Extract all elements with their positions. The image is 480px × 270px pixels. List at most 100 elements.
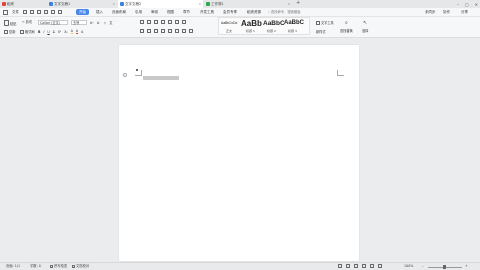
italic-button[interactable]: I bbox=[43, 30, 44, 34]
close-tab-icon[interactable]: × bbox=[198, 2, 201, 6]
new-style-button[interactable]: 新样式 bbox=[316, 29, 326, 34]
shrink-font-icon[interactable]: A⁻ bbox=[97, 21, 101, 25]
cut-button[interactable]: ✂ 剪切 bbox=[22, 19, 32, 25]
menu-insert[interactable]: 插入 bbox=[95, 9, 104, 15]
superscript-icon[interactable]: X² bbox=[58, 30, 61, 34]
menu-member[interactable]: 会员专享 bbox=[222, 9, 238, 15]
justify-icon[interactable] bbox=[161, 29, 165, 33]
show-marks-icon[interactable] bbox=[182, 20, 186, 24]
text-tools-button[interactable]: 文字工具 bbox=[316, 20, 334, 25]
char-border-icon[interactable]: A bbox=[81, 30, 83, 34]
command-search[interactable]: ⌕ 查找命令、搜索模板 bbox=[268, 9, 301, 15]
open-icon[interactable] bbox=[30, 10, 34, 14]
paste-button[interactable]: 粘贴 bbox=[4, 20, 16, 26]
redo-icon[interactable] bbox=[58, 10, 62, 14]
font-size-select[interactable]: 五号 bbox=[71, 20, 87, 25]
tab-doc1[interactable]: 文字文稿1 × bbox=[47, 0, 117, 8]
highlight-icon[interactable]: A bbox=[70, 29, 73, 34]
checkbox-icon bbox=[50, 265, 53, 268]
menu-file[interactable]: 文件 bbox=[11, 9, 20, 15]
align-left-icon[interactable] bbox=[140, 29, 144, 33]
align-right-icon[interactable] bbox=[154, 29, 158, 33]
decrease-indent-icon[interactable] bbox=[154, 20, 158, 24]
style-h1-preview[interactable]: AaBb bbox=[241, 19, 262, 28]
zoom-value[interactable]: 100% bbox=[404, 264, 413, 269]
zoom-in-icon[interactable]: + bbox=[465, 264, 468, 269]
tab-daoke[interactable]: 稻壳 bbox=[0, 0, 46, 8]
grow-font-icon[interactable]: A⁺ bbox=[90, 21, 94, 25]
view-page-icon[interactable] bbox=[338, 264, 342, 268]
menu-chapter[interactable]: 章节 bbox=[182, 9, 191, 15]
tab-label: 稻壳 bbox=[7, 1, 14, 6]
menu-start[interactable]: 开始 bbox=[76, 9, 89, 15]
font-name-select[interactable]: Calibri (正文) bbox=[38, 20, 68, 25]
doc-check-button[interactable]: 文档校对 bbox=[72, 264, 89, 269]
word-count[interactable]: 字数: 0 bbox=[30, 264, 41, 269]
ribbon: 粘贴 ✂ 剪切 复制 格式刷 Calibri (正文) 五号 A⁺ A⁻ ◇ 文… bbox=[0, 17, 480, 38]
numbered-list-icon[interactable] bbox=[147, 20, 151, 24]
menu-references[interactable]: 引用 bbox=[134, 9, 143, 15]
preview-icon[interactable] bbox=[44, 10, 48, 14]
plus-icon[interactable]: + bbox=[296, 0, 300, 7]
collab-button[interactable]: 协作 bbox=[442, 9, 451, 15]
tab-doc2[interactable]: 文字文稿2 × bbox=[118, 0, 203, 8]
bold-button[interactable]: B bbox=[38, 30, 40, 34]
style-normal-preview[interactable]: AaBbCcDd bbox=[221, 21, 237, 25]
format-painter-button[interactable]: 格式刷 bbox=[20, 29, 35, 34]
copy-label: 复制 bbox=[9, 30, 16, 34]
close-icon[interactable]: ✕ bbox=[475, 2, 478, 7]
style-normal-label: 正文 bbox=[226, 29, 233, 33]
zoom-out-icon[interactable]: – bbox=[422, 264, 424, 269]
document-page[interactable] bbox=[119, 45, 359, 261]
close-tab-icon[interactable]: × bbox=[112, 2, 115, 6]
menu-view[interactable]: 视图 bbox=[166, 9, 175, 15]
menu-review[interactable]: 审阅 bbox=[150, 9, 159, 15]
subscript-icon[interactable]: X₂ bbox=[64, 30, 67, 34]
undo-icon[interactable] bbox=[51, 10, 55, 14]
style-h2-preview[interactable]: AaBbC bbox=[263, 20, 285, 27]
spell-check-toggle[interactable]: 拼写检查 bbox=[50, 264, 67, 269]
view-eye-icon[interactable] bbox=[378, 264, 382, 268]
increase-indent-icon[interactable] bbox=[161, 20, 165, 24]
zoom-slider-thumb[interactable] bbox=[443, 265, 446, 269]
menu-icon[interactable] bbox=[3, 9, 8, 15]
select-button[interactable]: ↖ 选择 bbox=[362, 20, 368, 33]
zoom-slider[interactable] bbox=[428, 265, 462, 269]
view-outline-icon[interactable] bbox=[354, 264, 358, 268]
align-center-icon[interactable] bbox=[147, 29, 151, 33]
view-read-icon[interactable] bbox=[346, 264, 350, 268]
font-color-icon[interactable]: A bbox=[75, 29, 79, 34]
find-replace-button[interactable]: ⌕ 查找替换 bbox=[340, 20, 353, 33]
clear-format-icon[interactable]: ◇ bbox=[104, 21, 106, 25]
copy-icon bbox=[4, 29, 8, 34]
copy-button[interactable]: 复制 bbox=[4, 29, 15, 34]
share-button[interactable]: 分享 bbox=[460, 9, 469, 15]
close-tab-icon[interactable]: × bbox=[287, 2, 290, 6]
print-icon[interactable] bbox=[37, 10, 41, 14]
menu-dev-tools[interactable]: 开发工具 bbox=[199, 9, 215, 15]
minimize-icon[interactable]: – bbox=[457, 2, 459, 7]
tab-workbook[interactable]: 工作簿1 × bbox=[204, 0, 292, 8]
style-h3-preview[interactable]: AaBbC bbox=[284, 20, 304, 26]
underline-button[interactable]: U bbox=[47, 30, 49, 34]
pinyin-icon[interactable]: 文 bbox=[109, 20, 112, 25]
shading-icon[interactable] bbox=[182, 29, 186, 33]
sort-icon[interactable] bbox=[175, 20, 179, 24]
unsynced-status[interactable]: 未同步 bbox=[424, 9, 437, 15]
search-placeholder: 查找命令、搜索模板 bbox=[270, 10, 301, 14]
maximize-icon[interactable]: ▢ bbox=[465, 2, 469, 7]
chinese-layout-icon[interactable] bbox=[168, 20, 172, 24]
selected-text-highlight[interactable] bbox=[143, 76, 179, 80]
strikethrough-icon[interactable]: S̶ bbox=[53, 30, 55, 34]
view-focus-icon[interactable] bbox=[370, 264, 374, 268]
distribute-icon[interactable] bbox=[168, 29, 172, 33]
menu-page-layout[interactable]: 页面布局 bbox=[111, 9, 127, 15]
menu-docs-helper[interactable]: 稻壳资源 bbox=[246, 9, 262, 15]
paragraph-handle-icon[interactable] bbox=[123, 73, 127, 77]
line-spacing-icon[interactable] bbox=[175, 29, 179, 33]
save-icon[interactable] bbox=[23, 10, 27, 14]
page-indicator[interactable]: 页面: 1/1 bbox=[6, 264, 20, 269]
border-icon[interactable] bbox=[189, 29, 193, 33]
bullet-list-icon[interactable] bbox=[140, 20, 144, 24]
view-web-icon[interactable] bbox=[362, 264, 366, 268]
